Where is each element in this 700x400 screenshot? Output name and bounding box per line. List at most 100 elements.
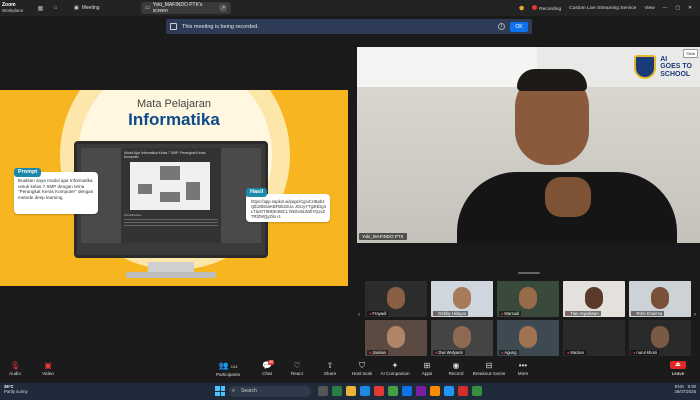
participant-face	[651, 287, 669, 309]
participant-face	[585, 287, 603, 309]
participant-tile[interactable]: ● Frayadi	[365, 281, 427, 317]
audio-button[interactable]: 🎙 Audio	[0, 361, 30, 376]
word-icon[interactable]	[444, 386, 454, 396]
ok-button[interactable]: OK	[510, 21, 528, 32]
title-bar-right: ⬟ Recording Custom Live Streaming Servic…	[519, 0, 692, 16]
participants-label: Participants	[215, 372, 240, 377]
participant-name: Dwi Wulyanti	[438, 350, 463, 355]
participant-face	[519, 287, 537, 309]
meeting-tab[interactable]: ▣ Meeting	[74, 5, 100, 11]
meeting-label: Meeting	[81, 5, 100, 11]
slide-title-line2: Informatika	[128, 110, 220, 129]
participant-tile[interactable]: ● Debby Hidayat	[431, 281, 493, 317]
live-stream-indicator[interactable]: Custom Live Streaming Service	[569, 6, 636, 11]
participants-button[interactable]: 👥 124 Participants	[210, 361, 246, 377]
chat-icon: 💬	[262, 361, 272, 370]
breakout-icon: ⊟	[485, 361, 493, 370]
maximize-icon[interactable]: ▢	[675, 6, 680, 11]
speaker-hand	[545, 177, 591, 217]
chat-button[interactable]: 💬 46 Chat	[252, 360, 282, 376]
shield-icon: ⛉	[359, 361, 365, 370]
home-icon[interactable]: ⌂	[51, 4, 60, 13]
mic-muted-icon: ●	[369, 311, 372, 316]
weather-widget[interactable]: 26°C Partly sunny	[4, 384, 28, 394]
record-button[interactable]: ◉ Record	[441, 361, 471, 376]
gallery-prev-icon[interactable]: ‹	[358, 312, 360, 318]
file-explorer-icon[interactable]	[346, 386, 356, 396]
close-icon[interactable]: ✕	[688, 6, 692, 11]
mic-muted-icon: ●	[435, 350, 438, 355]
slide-title-line1: Mata Pelajaran	[137, 98, 211, 110]
view-menu[interactable]: View	[644, 6, 654, 11]
active-speaker-video[interactable]: AI GOES TO SCHOOL Yoki_MAFINDO PTK Slide	[357, 47, 700, 243]
app-icon[interactable]	[374, 386, 384, 396]
leave-button[interactable]: ⏏ Leave	[665, 361, 691, 381]
popout-icon[interactable]: ↗	[219, 4, 227, 12]
app-logo: Zoom Workplace	[0, 0, 30, 16]
windows-start-icon[interactable]	[215, 386, 225, 396]
react-button[interactable]: ♡ React	[282, 361, 312, 376]
grid-icon[interactable]: ▦	[36, 4, 45, 13]
live-stream-label: Custom Live Streaming Service	[569, 5, 637, 11]
monitor-screen: Modul Ajar Informatika Kelas 7 SMP: Pera…	[81, 148, 261, 243]
participant-tile[interactable]: ● Rizki Khairma	[629, 281, 691, 317]
resize-handle[interactable]	[518, 272, 540, 274]
recording-indicator[interactable]: Recording	[532, 4, 562, 12]
excel-icon[interactable]	[472, 386, 482, 396]
mic-muted-icon: ●	[567, 311, 570, 316]
info-icon[interactable]: i	[498, 23, 505, 30]
screen-share-tab[interactable]: ▭ Yoki_MAFINDO PTK's screen ↗	[141, 2, 231, 14]
ai-companion-button[interactable]: ✦ AI Companion	[377, 361, 413, 376]
participant-name: Mazian	[570, 350, 584, 355]
participant-name: Agung	[504, 350, 517, 355]
speaker-name-tag: Yoki_MAFINDO PTK	[359, 233, 407, 240]
prompt-tag: Prompt	[14, 168, 42, 177]
monitor-illustration: Modul Ajar Informatika Kelas 7 SMP: Pera…	[74, 141, 268, 258]
view-badge[interactable]: Slide	[683, 49, 698, 58]
edge-icon[interactable]	[360, 386, 370, 396]
breakout-rooms-button[interactable]: ⊟ Breakout rooms	[471, 361, 507, 376]
more-button[interactable]: ••• More	[508, 361, 538, 376]
video-button[interactable]: ▣ Video	[33, 361, 63, 376]
host-tools-button[interactable]: ⛉ Host tools	[347, 361, 377, 376]
participant-face	[387, 326, 405, 348]
app-icon[interactable]	[332, 386, 342, 396]
record-label: Record	[448, 371, 464, 376]
apps-button[interactable]: ⊞ Apps	[412, 361, 442, 376]
result-card: https://app.napkin.ai/page/CgoiCHBpb2Qtb…	[246, 194, 330, 222]
chrome-icon[interactable]	[388, 386, 398, 396]
participant-name: Tian Anjadiwan	[570, 311, 599, 316]
participant-tile[interactable]: ● Marsudi	[497, 281, 559, 317]
share-button[interactable]: ⇧ Share	[315, 361, 345, 376]
search-icon: ⌕	[232, 388, 236, 394]
participant-name-tag: ● Jamian	[367, 350, 388, 355]
mic-muted-icon: ●	[369, 350, 372, 355]
participant-tile[interactable]: ● Agung	[497, 320, 559, 356]
apps-icon: ⊞	[423, 361, 431, 370]
react-label: React	[290, 371, 303, 376]
participant-tile[interactable]: ● Dwi Wulyanti	[431, 320, 493, 356]
participant-name: Debby Hidayat	[438, 311, 466, 316]
shared-screen: Mata Pelajaran Informatika Modul Ajar In…	[0, 90, 348, 286]
participant-name: Rizki Khairma	[636, 311, 663, 316]
document-preview: Modul Ajar Informatika Kelas 7 SMP: Pera…	[121, 148, 221, 243]
participant-tile[interactable]: ● Mazian	[563, 320, 625, 356]
powerpoint-icon[interactable]	[458, 386, 468, 396]
participant-tile[interactable]: ● Tian Anjadiwan	[563, 281, 625, 317]
participant-tile[interactable]: ● Jamian	[365, 320, 427, 356]
zoom-icon[interactable]	[402, 386, 412, 396]
app-icon[interactable]	[430, 386, 440, 396]
camera-off-icon: ▣	[44, 361, 52, 370]
minimize-icon[interactable]: —	[663, 6, 668, 11]
app-icon[interactable]	[416, 386, 426, 396]
system-tray[interactable]: ENG 9:30 26/07/2025	[674, 384, 696, 394]
shield-icon[interactable]: ⬟	[519, 5, 524, 12]
host-tools-label: Host tools	[351, 371, 373, 376]
record-dot-icon	[532, 4, 538, 10]
recording-label: Recording	[539, 6, 562, 12]
task-view-icon[interactable]	[318, 386, 328, 396]
participant-tile[interactable]: ● nurul khoiri	[629, 320, 691, 356]
chat-label: Chat	[262, 371, 272, 376]
taskbar-search[interactable]: ⌕ Search	[229, 386, 311, 397]
zoom-window: Zoom Workplace ▦ ⌂ ▣ Meeting ▭ Yoki_MAFI…	[0, 0, 700, 400]
